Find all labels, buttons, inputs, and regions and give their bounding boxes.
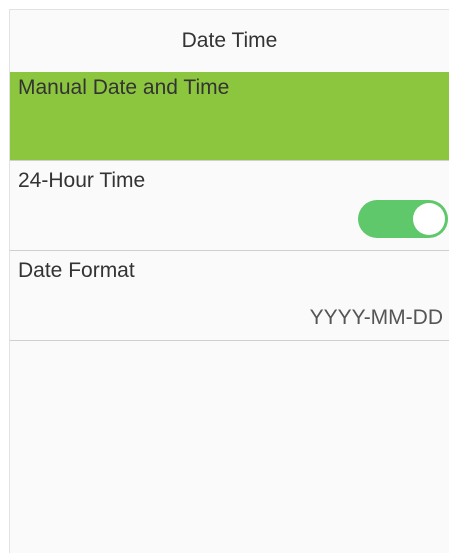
menu-item-label: 24-Hour Time xyxy=(18,169,146,192)
page-title: Date Time xyxy=(10,10,449,72)
menu-item-label: Date Format xyxy=(18,259,135,282)
menu-item-24-hour-time[interactable]: 24-Hour Time xyxy=(10,161,449,251)
date-format-value: YYYY-MM-DD xyxy=(309,306,443,329)
menu-item-manual-date-time[interactable]: Manual Date and Time xyxy=(10,72,449,161)
24-hour-toggle[interactable] xyxy=(358,200,448,238)
menu-item-date-format[interactable]: Date Format YYYY-MM-DD xyxy=(10,251,449,341)
menu-item-label: Manual Date and Time xyxy=(18,76,230,99)
date-time-screen: Date Time Manual Date and Time 24-Hour T… xyxy=(9,9,449,553)
toggle-knob xyxy=(413,203,445,235)
